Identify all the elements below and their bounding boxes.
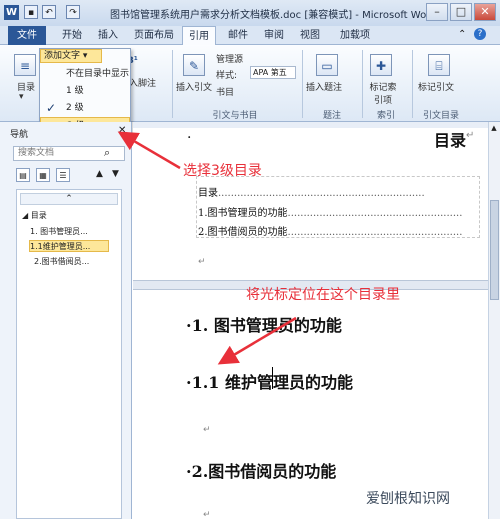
annotation-arrows (117, 131, 297, 365)
arrow-to-level3 (117, 131, 181, 170)
watermark: 爱刨根知识网 (366, 491, 450, 507)
arrow-to-heading (217, 316, 297, 365)
